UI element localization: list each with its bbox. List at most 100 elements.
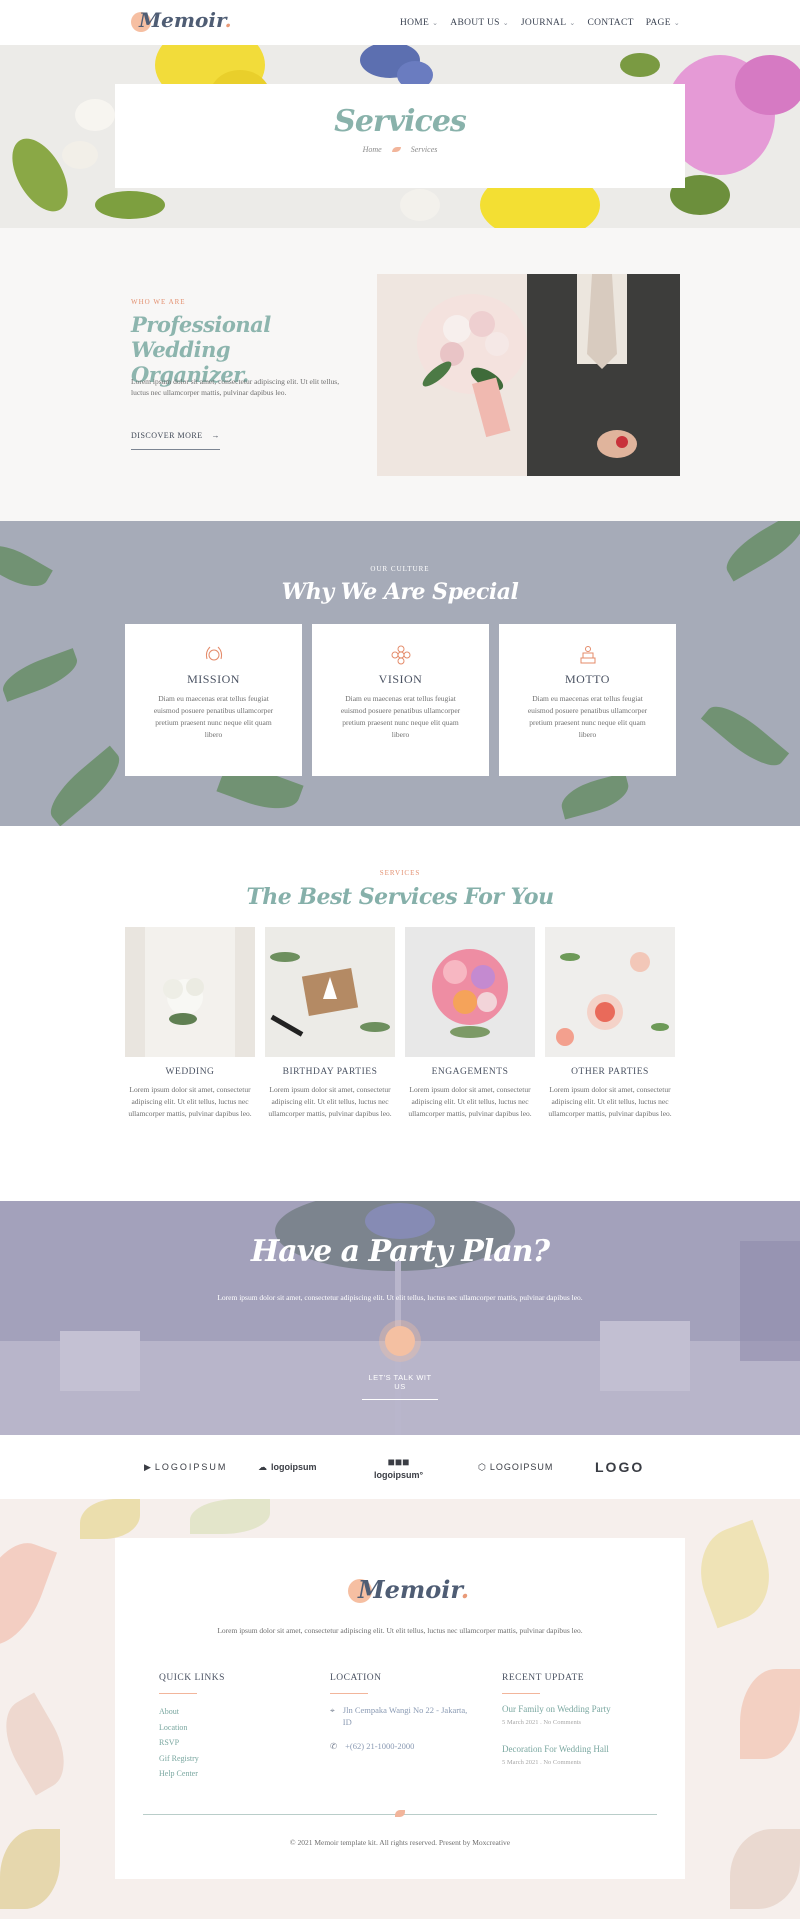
quick-links-list: About Location RSVP Gif Registry Help Ce… <box>159 1704 225 1782</box>
logo-text: Memoir <box>358 1575 461 1604</box>
main-nav: HOME ⌄ ABOUT US ⌄ JOURNAL ⌄ CONTACT PAGE ⌄ <box>400 0 680 45</box>
why-title: Why We Are Special <box>281 579 519 605</box>
about-text: Lorem ipsum dolor sit amet, consectetur … <box>131 377 340 397</box>
footer-logo[interactable]: Memoir. <box>348 1575 469 1604</box>
title-underline <box>502 1693 540 1694</box>
location-title: LOCATION <box>330 1673 382 1683</box>
page-hero: Services Home Services <box>0 45 800 228</box>
service-name: WEDDING <box>165 1067 215 1077</box>
nav-label: CONTACT <box>587 17 634 28</box>
site-logo[interactable]: Memoir. <box>131 8 232 32</box>
why-card-title: MOTTO <box>565 672 610 686</box>
service-name: BIRTHDAY PARTIES <box>282 1067 378 1077</box>
footer-link-gift-registry[interactable]: Gif Registry <box>159 1751 225 1767</box>
couple-photo <box>377 274 680 476</box>
service-text: Lorem ipsum dolor sit amet, consectetur … <box>408 1085 532 1118</box>
phone-row: ✆ +(62) 21-1000-2000 <box>330 1740 470 1752</box>
footer-link-about[interactable]: About <box>159 1704 225 1720</box>
fern-leaf-decoration <box>0 648 83 702</box>
quick-links-title: QUICK LINKS <box>159 1673 225 1683</box>
leaf-decoration <box>190 1499 270 1534</box>
nav-label: PAGE <box>645 17 671 28</box>
blocks-logo-icon: ■■■ <box>387 1454 410 1469</box>
map-pin-icon: ⌖ <box>330 1705 335 1715</box>
client-logo: ⬡ LOGOIPSUM <box>478 1435 553 1499</box>
motto-card: MOTTO Diam eu maecenas erat tellus feugi… <box>499 624 676 776</box>
service-text: Lorem ipsum dolor sit amet, consectetur … <box>548 1085 672 1118</box>
client-logo: ☁ logoipsum <box>258 1435 317 1499</box>
address-text: Jln Cempaka Wangi No 22 - Jakarta, ID <box>342 1705 468 1727</box>
service-text: Lorem ipsum dolor sit amet, consectetur … <box>128 1085 252 1118</box>
service-name: ENGAGEMENTS <box>431 1067 509 1077</box>
footer-link-help-center[interactable]: Help Center <box>159 1766 225 1782</box>
leaf-decoration <box>80 1499 140 1539</box>
cta-title: Have a Party Plan? <box>250 1234 550 1269</box>
recent-update-title: RECENT UPDATE <box>502 1673 585 1683</box>
leaf-decoration <box>0 1829 60 1909</box>
breadcrumb: Home Services <box>115 145 685 154</box>
footer-link-rsvp[interactable]: RSVP <box>159 1735 225 1751</box>
lets-talk-link[interactable]: LET'S TALK WIT US <box>362 1373 438 1400</box>
about-eyebrow: WHO WE ARE <box>131 298 186 306</box>
service-card-birthday[interactable]: BIRTHDAY PARTIES Lorem ipsum dolor sit a… <box>265 927 395 1120</box>
site-footer: Memoir. Lorem ipsum dolor sit amet, cons… <box>0 1499 800 1919</box>
service-card-other-parties[interactable]: OTHER PARTIES Lorem ipsum dolor sit amet… <box>545 927 675 1120</box>
client-logos: ▶ LOGOIPSUM ☁ logoipsum ■■■ logoipsum° ⬡ LOG… <box>0 1435 800 1499</box>
play-circle-icon[interactable] <box>385 1326 415 1356</box>
nav-journal[interactable]: JOURNAL ⌄ <box>521 18 576 28</box>
client-logo-text: LOGOIPSUM <box>489 1462 554 1472</box>
discover-more-button[interactable]: DISCOVER MORE → <box>131 431 220 450</box>
why-card-title: MISSION <box>187 672 240 686</box>
nav-label: ABOUT US <box>450 17 500 28</box>
flower-icon <box>391 645 410 665</box>
nav-home[interactable]: HOME ⌄ <box>400 18 438 28</box>
hero-title-card: Services Home Services <box>115 84 685 188</box>
service-card-wedding[interactable]: WEDDING Lorem ipsum dolor sit amet, cons… <box>125 927 255 1120</box>
leaf-decoration <box>740 1669 800 1759</box>
breadcrumb-home[interactable]: Home <box>363 145 382 154</box>
recent-post-title[interactable]: Decoration For Wedding Hall <box>502 1744 652 1754</box>
services-eyebrow: SERVICES <box>379 869 421 877</box>
chevron-down-icon: ⌄ <box>569 18 576 27</box>
wedding-photo <box>125 927 255 1057</box>
nav-label: JOURNAL <box>520 17 567 28</box>
phone-icon: ✆ <box>330 1741 338 1751</box>
leaf-decoration <box>0 1692 80 1796</box>
breadcrumb-current: Services <box>410 145 438 154</box>
cake-icon <box>580 646 595 664</box>
recent-post-meta: 5 March 2021 . No Comments <box>502 1759 582 1766</box>
phone-text[interactable]: +(62) 21-1000-2000 <box>345 1740 414 1752</box>
recent-post-meta: 5 March 2021 . No Comments <box>502 1719 582 1726</box>
laurel-icon <box>205 646 222 661</box>
client-logo-text: LOGO <box>595 1459 645 1475</box>
fern-leaf-decoration <box>40 745 130 826</box>
location-details: ⌖ Jln Cempaka Wangi No 22 - Jakarta, ID … <box>330 1704 470 1752</box>
why-special-section: OUR CULTURE Why We Are Special MISSION D… <box>0 521 800 826</box>
why-card-text: Diam eu maecenas erat tellus feugiat eui… <box>153 694 274 739</box>
services-title: The Best Services For You <box>246 884 554 910</box>
party-plan-section: Have a Party Plan? Lorem ipsum dolor sit… <box>0 1201 800 1435</box>
leaf-decoration <box>686 1519 784 1629</box>
about-section: WHO WE ARE Professional Wedding Organize… <box>0 228 800 521</box>
couple-photo-illustration <box>377 274 680 476</box>
nav-about-us[interactable]: ABOUT US ⌄ <box>450 18 509 28</box>
nav-contact[interactable]: CONTACT <box>587 18 633 28</box>
discover-label: DISCOVER MORE <box>131 431 203 440</box>
copyright-text: © 2021 Memoir template kit. All rights r… <box>289 1838 511 1847</box>
logo-text: Memoir <box>139 8 225 32</box>
client-logo-text: LOGOIPSUM <box>154 1462 228 1472</box>
fern-leaf-decoration <box>557 772 633 820</box>
footer-link-location[interactable]: Location <box>159 1720 225 1736</box>
nav-page[interactable]: PAGE ⌄ <box>646 18 680 28</box>
recent-post-title[interactable]: Our Family on Wedding Party <box>502 1704 652 1714</box>
leaf-decoration <box>0 1532 58 1656</box>
logo-dot-text: . <box>224 8 232 32</box>
quick-links-column: QUICK LINKS About Location RSVP Gif Regi… <box>159 1673 225 1782</box>
page-title: Services <box>334 104 467 139</box>
service-card-engagements[interactable]: ENGAGEMENTS Lorem ipsum dolor sit amet, … <box>405 927 535 1120</box>
service-text: Lorem ipsum dolor sit amet, consectetur … <box>268 1085 392 1118</box>
leaf-separator-icon <box>391 147 401 152</box>
cta-text: Lorem ipsum dolor sit amet, consectetur … <box>217 1293 583 1302</box>
service-name: OTHER PARTIES <box>571 1067 649 1077</box>
vision-card: VISION Diam eu maecenas erat tellus feug… <box>312 624 489 776</box>
